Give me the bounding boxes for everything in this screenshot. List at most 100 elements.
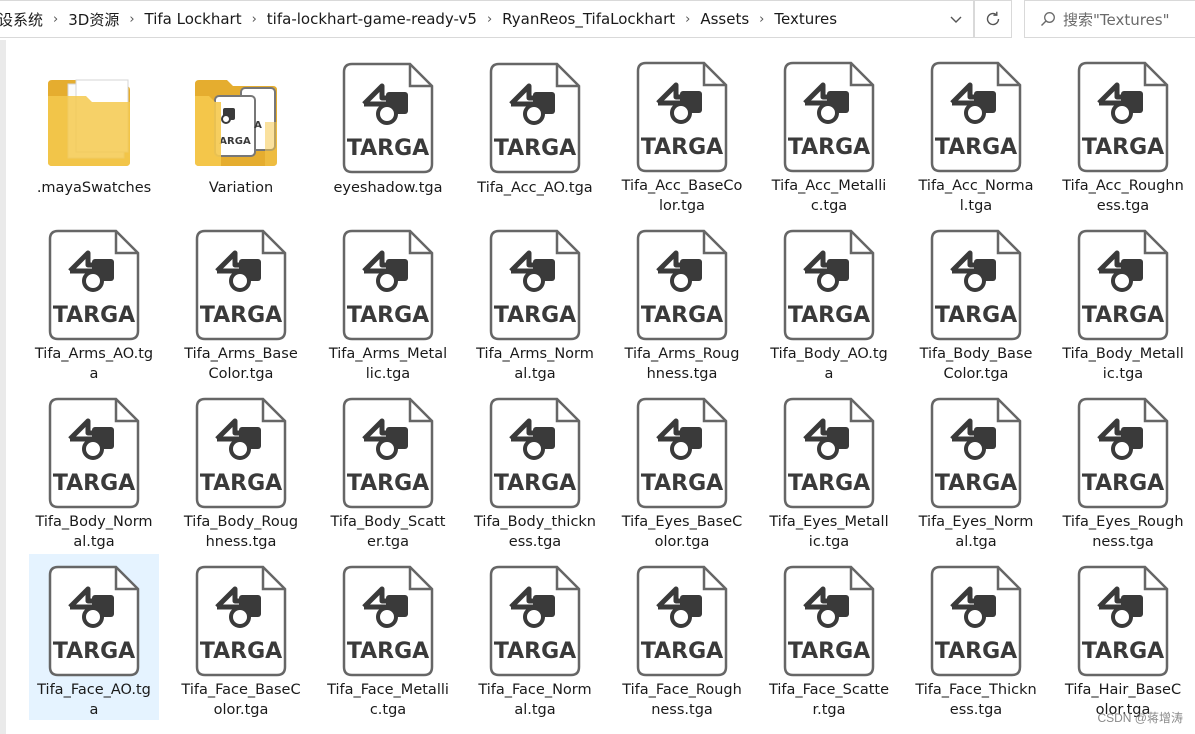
- folder-icon: [46, 60, 142, 176]
- svg-text:TARGA: TARGA: [347, 639, 429, 664]
- file-item[interactable]: TARGA Tifa_Face_BaseColor.tga: [176, 554, 306, 720]
- file-name: Tifa_Arms_AO.tga: [34, 346, 154, 382]
- file-item[interactable]: TARGA Tifa_Body_Roughness.tga: [176, 386, 306, 552]
- targa-file-icon: TARGA: [193, 564, 289, 678]
- targa-file-icon: TARGA: [340, 228, 436, 342]
- file-item[interactable]: TARGA Tifa_Arms_Metallic.tga: [323, 218, 453, 384]
- targa-file-icon: TARGA: [634, 228, 730, 342]
- file-name: Tifa_Face_BaseColor.tga: [181, 682, 301, 718]
- file-name: Tifa_Arms_Roughness.tga: [624, 346, 740, 382]
- svg-text:TARGA: TARGA: [1082, 639, 1164, 664]
- navigation-pane-edge[interactable]: [0, 40, 6, 734]
- targa-file-icon: TARGA: [46, 396, 142, 510]
- file-item[interactable]: TARGA Tifa_Arms_Normal.tga: [470, 218, 600, 384]
- file-grid: .mayaSwatches ARGA A Variation TARGA eyeshado…: [20, 50, 1195, 722]
- file-name: Tifa_Face_AO.tga: [37, 682, 151, 718]
- chevron-right-icon[interactable]: ›: [123, 12, 140, 27]
- targa-file-icon: TARGA: [193, 228, 289, 342]
- file-name: Tifa_Acc_Normal.tga: [918, 178, 1034, 214]
- chevron-right-icon[interactable]: ›: [753, 12, 770, 27]
- file-name: Tifa_Face_Thickness.tga: [915, 682, 1037, 718]
- file-name: Tifa_Body_Roughness.tga: [183, 514, 299, 550]
- targa-file-icon: TARGA: [1075, 228, 1171, 342]
- file-item[interactable]: TARGA Tifa_Acc_Roughness.tga: [1058, 50, 1188, 216]
- folder-item[interactable]: .mayaSwatches: [29, 50, 159, 216]
- svg-text:TARGA: TARGA: [53, 639, 135, 664]
- file-item[interactable]: TARGA Tifa_Acc_Normal.tga: [911, 50, 1041, 216]
- breadcrumb-item[interactable]: 3D资源: [64, 9, 123, 30]
- folder-item[interactable]: ARGA A Variation: [176, 50, 306, 216]
- file-item[interactable]: TARGA Tifa_Acc_AO.tga: [470, 50, 600, 216]
- breadcrumb-item[interactable]: Assets: [696, 10, 753, 28]
- file-item[interactable]: TARGA Tifa_Eyes_Normal.tga: [911, 386, 1041, 552]
- file-item[interactable]: TARGA eyeshadow.tga: [323, 50, 453, 216]
- file-item[interactable]: TARGA Tifa_Body_AO.tga: [764, 218, 894, 384]
- file-name: Tifa_Eyes_Roughness.tga: [1062, 514, 1184, 550]
- file-name: Tifa_Arms_BaseColor.tga: [184, 346, 298, 382]
- file-item[interactable]: TARGA Tifa_Eyes_Metallic.tga: [764, 386, 894, 552]
- chevron-right-icon[interactable]: ›: [47, 12, 64, 27]
- svg-text:TARGA: TARGA: [935, 471, 1017, 496]
- watermark: CSDN @蒋增涛: [1097, 711, 1183, 725]
- refresh-button[interactable]: [974, 0, 1012, 38]
- file-item[interactable]: TARGA Tifa_Eyes_Roughness.tga: [1058, 386, 1188, 552]
- file-item[interactable]: TARGA Tifa_Face_Thickness.tga: [911, 554, 1041, 720]
- file-item[interactable]: TARGA Tifa_Body_Metallic.tga: [1058, 218, 1188, 384]
- file-item[interactable]: TARGA Tifa_Body_BaseColor.tga: [911, 218, 1041, 384]
- search-input[interactable]: 搜索"Textures": [1063, 9, 1170, 30]
- file-item[interactable]: TARGA Tifa_Face_Scatter.tga: [764, 554, 894, 720]
- file-name: Tifa_Face_Roughness.tga: [622, 682, 742, 718]
- file-item[interactable]: TARGA Tifa_Body_thickness.tga: [470, 386, 600, 552]
- targa-file-icon: TARGA: [634, 60, 730, 174]
- svg-text:TARGA: TARGA: [788, 639, 870, 664]
- targa-file-icon: TARGA: [487, 228, 583, 342]
- svg-text:TARGA: TARGA: [1082, 471, 1164, 496]
- file-item[interactable]: TARGA Tifa_Arms_Roughness.tga: [617, 218, 747, 384]
- file-item[interactable]: TARGA Tifa_Body_Scatter.tga: [323, 386, 453, 552]
- file-item[interactable]: TARGA Tifa_Arms_BaseColor.tga: [176, 218, 306, 384]
- targa-file-icon: TARGA: [340, 396, 436, 510]
- chevron-down-icon[interactable]: [939, 1, 973, 37]
- chevron-right-icon[interactable]: ›: [679, 12, 696, 27]
- address-bar[interactable]: 设系统 › 3D资源 › Tifa Lockhart › tifa-lockha…: [0, 0, 974, 38]
- file-item[interactable]: TARGA Tifa_Hair_BaseColor.tga: [1058, 554, 1188, 720]
- targa-file-icon: TARGA: [781, 564, 877, 678]
- targa-file-icon: TARGA: [781, 396, 877, 510]
- file-item[interactable]: TARGA Tifa_Acc_Metallic.tga: [764, 50, 894, 216]
- chevron-right-icon[interactable]: ›: [246, 12, 263, 27]
- chevron-right-icon[interactable]: ›: [481, 12, 498, 27]
- svg-text:TARGA: TARGA: [200, 639, 282, 664]
- file-item[interactable]: TARGA Tifa_Acc_BaseColor.tga: [617, 50, 747, 216]
- breadcrumb-item[interactable]: 设系统: [0, 9, 47, 30]
- file-name: Tifa_Body_Scatter.tga: [330, 514, 446, 550]
- search-box[interactable]: 搜索"Textures": [1024, 0, 1195, 38]
- svg-text:TARGA: TARGA: [935, 639, 1017, 664]
- file-item[interactable]: TARGA Tifa_Arms_AO.tga: [29, 218, 159, 384]
- breadcrumb-item[interactable]: Tifa Lockhart: [141, 10, 246, 28]
- breadcrumb: 设系统 › 3D资源 › Tifa Lockhart › tifa-lockha…: [0, 1, 939, 37]
- file-name: Tifa_Acc_Roughness.tga: [1062, 178, 1184, 214]
- svg-text:TARGA: TARGA: [494, 303, 576, 328]
- svg-text:TARGA: TARGA: [788, 303, 870, 328]
- breadcrumb-item[interactable]: tifa-lockhart-game-ready-v5: [263, 10, 481, 28]
- file-name: Tifa_Body_BaseColor.tga: [919, 346, 1033, 382]
- file-name: Tifa_Face_Metallic.tga: [327, 682, 449, 718]
- file-item[interactable]: TARGA Tifa_Face_AO.tga: [29, 554, 159, 720]
- file-name: Tifa_Eyes_Metallic.tga: [769, 514, 889, 550]
- file-item[interactable]: TARGA Tifa_Body_Normal.tga: [29, 386, 159, 552]
- file-item[interactable]: TARGA Tifa_Face_Normal.tga: [470, 554, 600, 720]
- file-name: Tifa_Face_Normal.tga: [478, 682, 592, 718]
- file-item[interactable]: TARGA Tifa_Eyes_BaseColor.tga: [617, 386, 747, 552]
- svg-text:TARGA: TARGA: [347, 303, 429, 328]
- svg-text:TARGA: TARGA: [347, 136, 429, 161]
- svg-text:TARGA: TARGA: [641, 471, 723, 496]
- file-name: Tifa_Body_Normal.tga: [35, 514, 153, 550]
- file-item[interactable]: TARGA Tifa_Face_Metallic.tga: [323, 554, 453, 720]
- targa-file-icon: TARGA: [634, 396, 730, 510]
- file-name: eyeshadow.tga: [333, 180, 443, 196]
- breadcrumb-item[interactable]: RyanReos_TifaLockhart: [498, 10, 679, 28]
- breadcrumb-item[interactable]: Textures: [770, 10, 841, 28]
- svg-text:TARGA: TARGA: [53, 471, 135, 496]
- targa-file-icon: TARGA: [928, 564, 1024, 678]
- file-item[interactable]: TARGA Tifa_Face_Roughness.tga: [617, 554, 747, 720]
